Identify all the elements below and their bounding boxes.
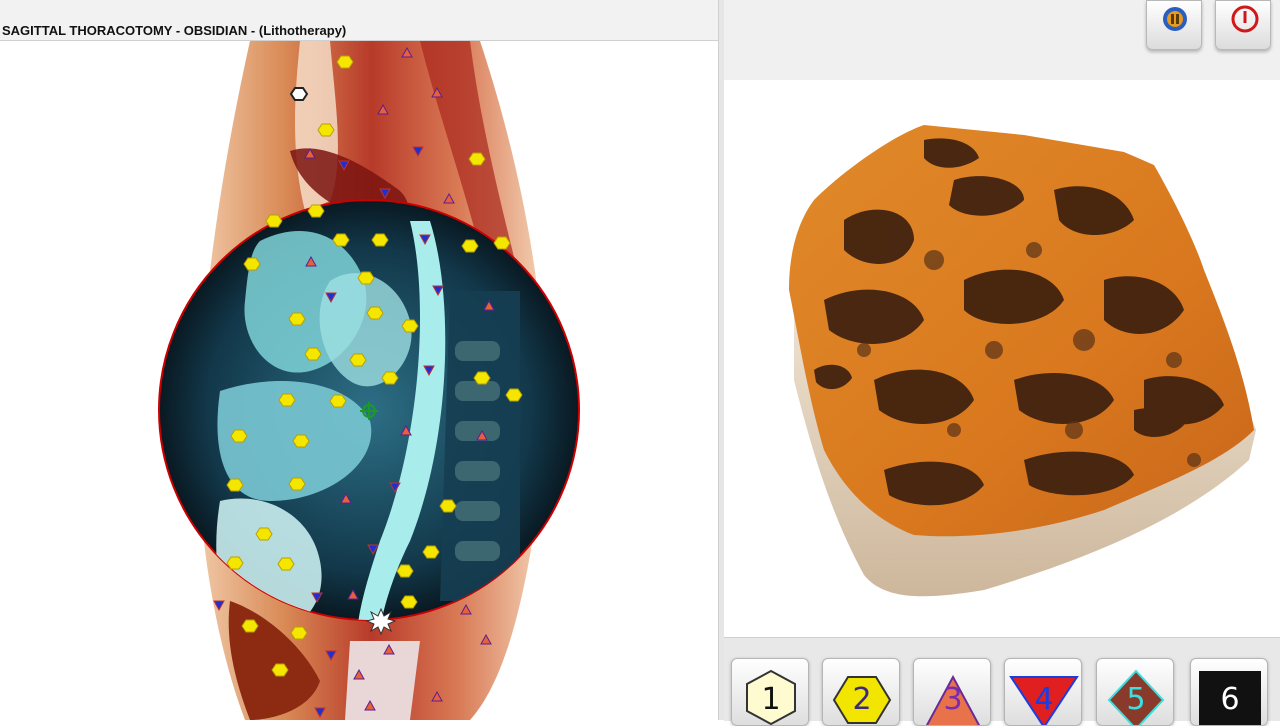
hexagon-marker[interactable] xyxy=(357,271,375,285)
mode-button-label: 2 xyxy=(852,682,872,717)
stone-panel: 1 2 3 4 5 6 xyxy=(724,0,1280,726)
scan-panel: SAGITTAL THORACOTOMY - OBSIDIAN - (Litho… xyxy=(0,0,722,720)
mode-button-3[interactable]: 3 xyxy=(913,658,991,726)
hexagon-marker[interactable] xyxy=(243,257,261,271)
burst-marker[interactable] xyxy=(365,607,397,636)
hexagon-marker[interactable] xyxy=(277,557,295,571)
top-toolbar xyxy=(724,0,1280,80)
hexagon-marker[interactable] xyxy=(461,239,479,253)
hexagon-marker[interactable] xyxy=(290,626,308,640)
mode-toolbar: 1 2 3 4 5 6 xyxy=(724,637,1280,726)
hexagon-marker[interactable] xyxy=(422,545,440,559)
speaker-icon xyxy=(1163,7,1187,31)
mode-button-label: 3 xyxy=(943,682,963,717)
obsidian-stone-image xyxy=(789,125,1256,597)
hexagon-marker[interactable] xyxy=(366,306,384,320)
hexagon-marker[interactable] xyxy=(230,429,248,443)
hexagon-marker[interactable] xyxy=(473,371,491,385)
mode-button-label: 5 xyxy=(1126,682,1146,717)
hexagon-marker[interactable] xyxy=(493,236,511,250)
hexagon-marker[interactable] xyxy=(329,394,347,408)
hexagon-marker[interactable] xyxy=(349,353,367,367)
hexagon-marker[interactable] xyxy=(332,233,350,247)
hexagon-marker[interactable] xyxy=(241,619,259,633)
hexagon-marker[interactable] xyxy=(468,152,486,166)
hexagon-marker[interactable] xyxy=(381,371,399,385)
hexagon-marker[interactable] xyxy=(255,527,273,541)
hexagon-marker[interactable] xyxy=(401,319,419,333)
hexagon-marker[interactable] xyxy=(505,388,523,402)
hexagon-marker[interactable] xyxy=(288,312,306,326)
hexagon-marker[interactable] xyxy=(288,477,306,491)
page-title: SAGITTAL THORACOTOMY - OBSIDIAN - (Litho… xyxy=(2,23,347,38)
power-icon xyxy=(1231,5,1259,33)
hexagon-marker[interactable] xyxy=(226,478,244,492)
anatomy-scan-image[interactable] xyxy=(0,41,718,720)
hexagon-marker[interactable] xyxy=(336,55,354,69)
hexagon-marker[interactable] xyxy=(317,123,335,137)
hexagon-marker[interactable] xyxy=(400,595,418,609)
mode-button-6[interactable]: 6 xyxy=(1190,658,1268,726)
mode-button-1[interactable]: 1 xyxy=(731,658,809,726)
hexagon-marker[interactable] xyxy=(265,214,283,228)
mode-button-5[interactable]: 5 xyxy=(1096,658,1174,726)
hexagon-marker[interactable] xyxy=(226,556,244,570)
hexagon-marker[interactable] xyxy=(271,663,289,677)
hexagon-marker[interactable] xyxy=(371,233,389,247)
mode-button-4[interactable]: 4 xyxy=(1004,658,1082,726)
audio-button[interactable] xyxy=(1146,0,1202,50)
hexagon-marker-selected[interactable] xyxy=(289,87,309,101)
hexagon-marker[interactable] xyxy=(307,204,325,218)
hexagon-marker[interactable] xyxy=(278,393,296,407)
mode-button-label: 4 xyxy=(1034,682,1054,717)
mode-button-label: 6 xyxy=(1220,682,1240,717)
hexagon-marker[interactable] xyxy=(292,434,310,448)
hexagon-marker[interactable] xyxy=(304,347,322,361)
sagittal-scan-view[interactable] xyxy=(0,41,719,720)
hexagon-marker[interactable] xyxy=(439,499,457,513)
stone-image-view xyxy=(724,80,1280,635)
power-button[interactable] xyxy=(1215,0,1271,50)
title-bar: SAGITTAL THORACOTOMY - OBSIDIAN - (Litho… xyxy=(0,0,722,41)
mode-button-label: 1 xyxy=(761,682,781,717)
mode-button-2[interactable]: 2 xyxy=(822,658,900,726)
hexagon-marker[interactable] xyxy=(396,564,414,578)
